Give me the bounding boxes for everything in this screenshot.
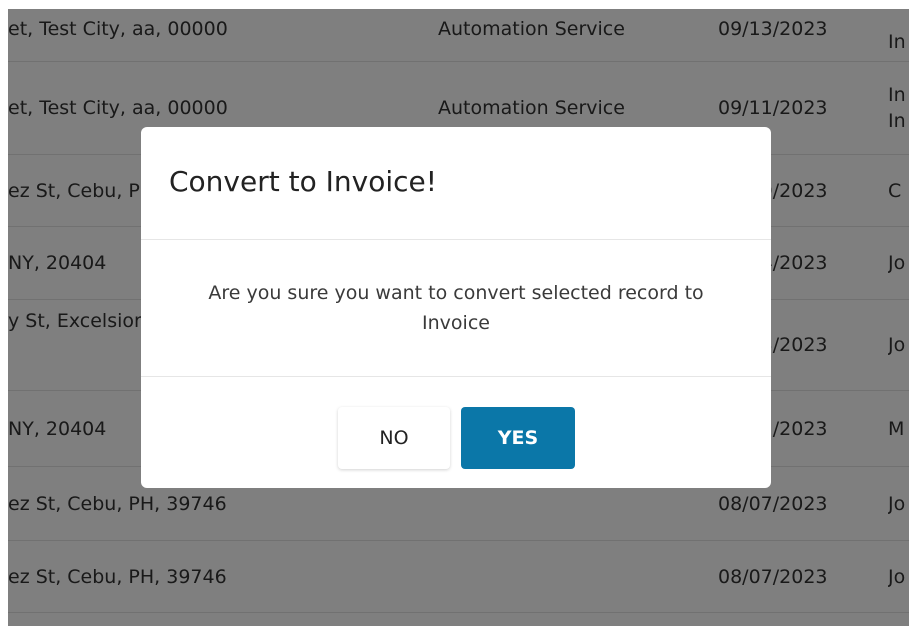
no-button[interactable]: NO [338,407,450,469]
dialog-footer: NO YES [141,377,771,488]
dialog-header: Convert to Invoice! [141,127,771,240]
dialog-message: Are you sure you want to convert selecte… [208,282,704,334]
left-edge [0,0,8,626]
dialog-title: Convert to Invoice! [169,165,437,198]
yes-button[interactable]: YES [461,407,575,469]
top-edge [0,0,909,9]
convert-invoice-dialog: Convert to Invoice! Are you sure you wan… [141,127,771,488]
page: et, Test City, aa, 00000 Automation Serv… [0,0,909,626]
dialog-body: Are you sure you want to convert selecte… [141,240,771,377]
